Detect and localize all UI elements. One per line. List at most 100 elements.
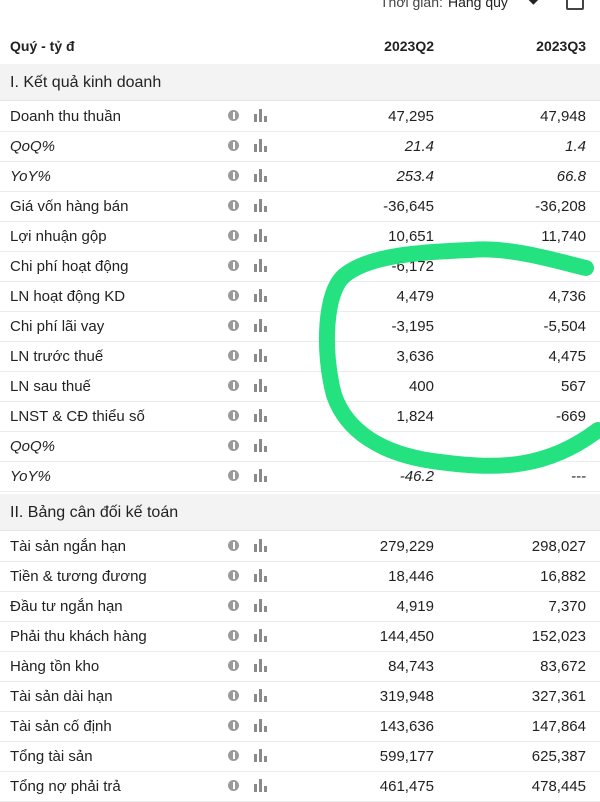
table-row[interactable]: Đầu tư ngắn hạn 4,919 7,370 bbox=[0, 591, 600, 622]
info-icon[interactable] bbox=[228, 630, 239, 641]
table-row[interactable]: YoY% -46.2 --- bbox=[0, 461, 600, 492]
value-2023q3: 47,948 bbox=[540, 108, 586, 125]
info-icon[interactable] bbox=[228, 410, 239, 421]
table-row[interactable]: Giá vốn hàng bán -36,645 -36,208 bbox=[0, 191, 600, 222]
table-row[interactable]: Lợi nhuận gộp 10,651 11,740 bbox=[0, 221, 600, 252]
info-icon[interactable] bbox=[228, 690, 239, 701]
value-2023q3: 298,027 bbox=[531, 538, 586, 555]
row-label: Doanh thu thuần bbox=[10, 108, 121, 125]
table-row[interactable]: Chi phí hoạt động -6,172 bbox=[0, 251, 600, 282]
bar-chart-icon[interactable] bbox=[254, 288, 270, 302]
info-icon[interactable] bbox=[228, 200, 239, 211]
info-icon[interactable] bbox=[228, 110, 239, 121]
info-icon[interactable] bbox=[228, 170, 239, 181]
info-icon[interactable] bbox=[228, 140, 239, 151]
info-icon[interactable] bbox=[228, 230, 239, 241]
info-icon[interactable] bbox=[228, 780, 239, 791]
bar-chart-icon[interactable] bbox=[254, 468, 270, 482]
value-2023q3: 7,370 bbox=[548, 598, 586, 615]
value-2023q3: -5,504 bbox=[543, 318, 586, 335]
table-row[interactable]: Hàng tồn kho 84,743 83,672 bbox=[0, 651, 600, 682]
table-row[interactable]: LN hoạt động KD 4,479 4,736 bbox=[0, 281, 600, 312]
table-header: Quý - tỷ đ 2023Q2 2023Q3 bbox=[0, 28, 600, 65]
info-icon[interactable] bbox=[228, 260, 239, 271]
bar-chart-icon[interactable] bbox=[254, 168, 270, 182]
info-icon[interactable] bbox=[228, 320, 239, 331]
table-row[interactable]: QoQ% 21.4 1.4 bbox=[0, 131, 600, 162]
bar-chart-icon[interactable] bbox=[254, 258, 270, 272]
table-row[interactable]: Chi phí lãi vay -3,195 -5,504 bbox=[0, 311, 600, 342]
row-label: Phải thu khách hàng bbox=[10, 628, 147, 645]
value-2023q2: 3,636 bbox=[396, 348, 434, 365]
info-icon[interactable] bbox=[228, 440, 239, 451]
info-icon[interactable] bbox=[228, 540, 239, 551]
bar-chart-icon[interactable] bbox=[254, 658, 270, 672]
section-title: I. Kết quả kinh doanh bbox=[10, 74, 162, 91]
row-label: YoY% bbox=[10, 468, 51, 485]
bar-chart-icon[interactable] bbox=[254, 108, 270, 122]
table-row[interactable]: Tiền & tương đương 18,446 16,882 bbox=[0, 561, 600, 592]
table-row[interactable]: Tổng nợ phải trả 461,475 478,445 bbox=[0, 771, 600, 802]
table-row[interactable]: Tài sản dài hạn 319,948 327,361 bbox=[0, 681, 600, 712]
value-2023q3: 11,740 bbox=[541, 228, 586, 245]
bar-chart-icon[interactable] bbox=[254, 748, 270, 762]
bar-chart-icon[interactable] bbox=[254, 318, 270, 332]
bar-chart-icon[interactable] bbox=[254, 198, 270, 212]
bar-chart-icon[interactable] bbox=[254, 138, 270, 152]
section-header: I. Kết quả kinh doanh bbox=[0, 64, 600, 101]
bar-chart-icon[interactable] bbox=[254, 628, 270, 642]
section-header: II. Bảng cân đối kế toán bbox=[0, 494, 600, 531]
bar-chart-icon[interactable] bbox=[254, 438, 270, 452]
table-row[interactable]: LN sau thuế 400 567 bbox=[0, 371, 600, 402]
row-label: LNST & CĐ thiểu số bbox=[10, 408, 145, 425]
row-label: Đầu tư ngắn hạn bbox=[10, 598, 123, 615]
unit-label: Quý - tỷ đ bbox=[10, 38, 75, 54]
bar-chart-icon[interactable] bbox=[254, 778, 270, 792]
info-icon[interactable] bbox=[228, 660, 239, 671]
bar-chart-icon[interactable] bbox=[254, 568, 270, 582]
table-row[interactable]: YoY% 253.4 66.8 bbox=[0, 161, 600, 192]
table-row[interactable]: Phải thu khách hàng 144,450 152,023 bbox=[0, 621, 600, 652]
table-row[interactable]: LNST & CĐ thiểu số 1,824 -669 bbox=[0, 401, 600, 432]
table-row[interactable]: Tổng tài sản 599,177 625,387 bbox=[0, 741, 600, 772]
value-2023q3: -36,208 bbox=[535, 198, 586, 215]
value-2023q3: 567 bbox=[560, 378, 586, 395]
info-icon[interactable] bbox=[228, 570, 239, 581]
period-select[interactable]: Hàng quý bbox=[448, 0, 508, 10]
row-label: LN hoạt động KD bbox=[10, 288, 126, 305]
value-2023q2: 84,743 bbox=[388, 658, 434, 675]
bar-chart-icon[interactable] bbox=[254, 348, 270, 362]
row-label: Tổng nợ phải trả bbox=[10, 778, 121, 795]
table-row[interactable]: Doanh thu thuần 47,295 47,948 bbox=[0, 101, 600, 132]
bar-chart-icon[interactable] bbox=[254, 228, 270, 242]
row-label: QoQ% bbox=[10, 138, 56, 155]
value-2023q3: 478,445 bbox=[531, 778, 586, 795]
value-2023q2: 143,636 bbox=[379, 718, 434, 735]
value-2023q2: -36,645 bbox=[383, 198, 434, 215]
info-icon[interactable] bbox=[228, 470, 239, 481]
table-row[interactable]: LN trước thuế 3,636 4,475 bbox=[0, 341, 600, 372]
value-2023q3: -669 bbox=[555, 408, 586, 425]
bar-chart-icon[interactable] bbox=[254, 408, 270, 422]
bar-chart-icon[interactable] bbox=[254, 538, 270, 552]
row-label: Chi phí hoạt động bbox=[10, 258, 129, 275]
table-row[interactable]: Tài sản cố định 143,636 147,864 bbox=[0, 711, 600, 742]
info-icon[interactable] bbox=[228, 380, 239, 391]
period-toolbar: Thời gian: Hàng quý ◆ bbox=[0, 0, 600, 16]
info-icon[interactable] bbox=[228, 600, 239, 611]
row-label: Giá vốn hàng bán bbox=[10, 198, 129, 215]
info-icon[interactable] bbox=[228, 750, 239, 761]
info-icon[interactable] bbox=[228, 350, 239, 361]
table-row[interactable]: QoQ% bbox=[0, 431, 600, 462]
bar-chart-icon[interactable] bbox=[254, 598, 270, 612]
chevron-down-icon[interactable]: ◆ bbox=[528, 0, 539, 7]
row-label: Tài sản ngắn hạn bbox=[10, 538, 126, 555]
info-icon[interactable] bbox=[228, 290, 239, 301]
table-row[interactable]: Tài sản ngắn hạn 279,229 298,027 bbox=[0, 531, 600, 562]
bar-chart-icon[interactable] bbox=[254, 378, 270, 392]
bar-chart-icon[interactable] bbox=[254, 688, 270, 702]
bar-chart-icon[interactable] bbox=[254, 718, 270, 732]
value-2023q2: 461,475 bbox=[379, 778, 434, 795]
info-icon[interactable] bbox=[228, 720, 239, 731]
chart-icon[interactable] bbox=[566, 0, 584, 10]
